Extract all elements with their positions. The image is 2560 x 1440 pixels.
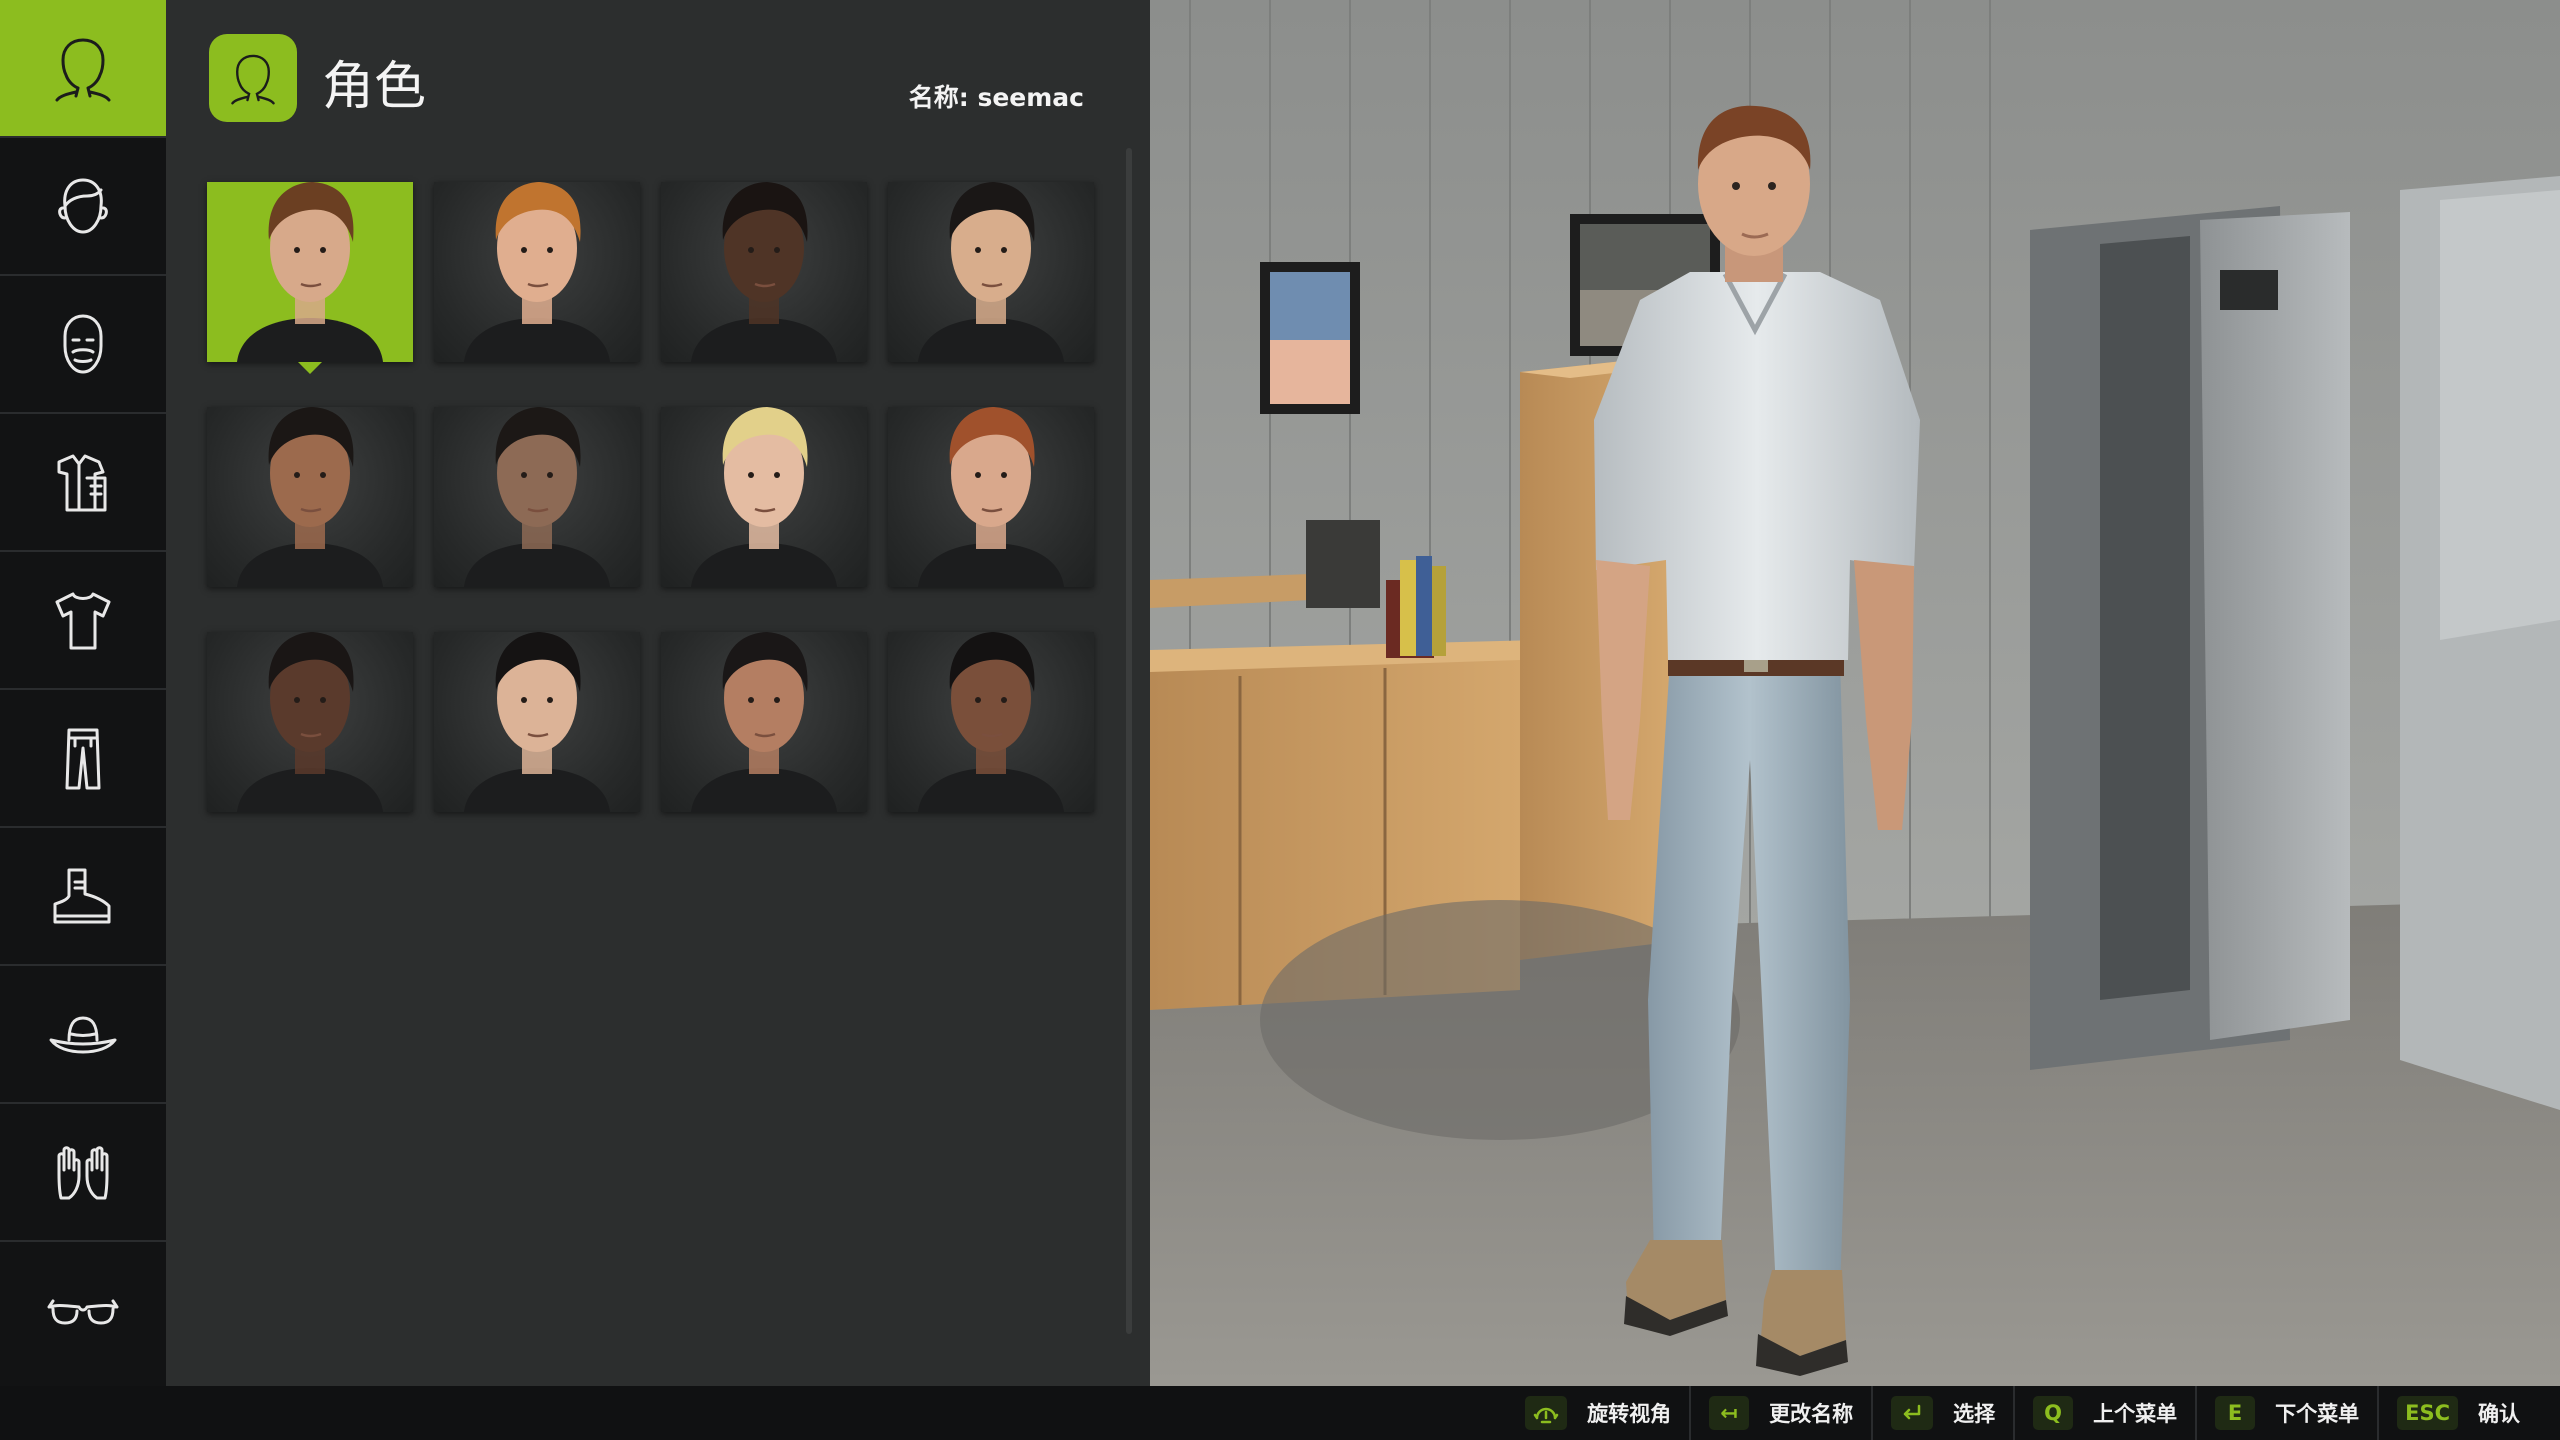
hint-label: 下个菜单 [2275, 1402, 2360, 1426]
gloves-icon [57, 1146, 109, 1200]
hint-label: 更改名称 [1769, 1402, 1854, 1426]
character-option[interactable] [434, 407, 640, 587]
key-esc: ESC [2397, 1396, 2458, 1430]
character-option[interactable] [661, 632, 867, 812]
category-gloves[interactable] [0, 1104, 166, 1242]
beard-icon [63, 314, 103, 374]
glasses-icon [47, 1299, 119, 1325]
hint-label: 上个菜单 [2093, 1402, 2178, 1426]
category-shirt[interactable] [0, 552, 166, 690]
rotate-view-icon [1525, 1396, 1568, 1430]
character-preview-viewport[interactable] [1150, 0, 2560, 1386]
character-portrait [918, 182, 1064, 362]
scrollbar[interactable] [1126, 148, 1132, 1334]
character-option[interactable] [888, 407, 1094, 587]
character-portrait [464, 407, 610, 587]
character-option[interactable] [207, 632, 413, 812]
character-portrait [464, 632, 610, 812]
shirt-icon [55, 592, 111, 650]
character-option[interactable] [207, 182, 413, 374]
controls-hint-bar: 旋转视角 ↤ 更改名称 选择 Q 上个菜单 E 下个菜单 ESC 确认 [0, 1386, 2560, 1440]
character-option[interactable] [434, 182, 640, 362]
character-portrait [918, 407, 1064, 587]
hint-label: 选择 [1953, 1402, 1996, 1426]
key-q: Q [2033, 1396, 2074, 1430]
character-portrait [918, 632, 1064, 812]
character-portrait [464, 182, 610, 362]
hint-confirm[interactable]: ESC 确认 [2377, 1386, 2538, 1440]
character-option[interactable] [661, 407, 867, 587]
category-boots[interactable] [0, 828, 166, 966]
character-option[interactable] [661, 182, 867, 362]
hint-previous-menu[interactable]: Q 上个菜单 [2013, 1386, 2195, 1440]
hint-next-menu[interactable]: E 下个菜单 [2195, 1386, 2377, 1440]
character-option[interactable] [207, 407, 413, 587]
hint-rotate-view[interactable]: 旋转视角 [1507, 1386, 1689, 1440]
hint-change-name[interactable]: ↤ 更改名称 [1689, 1386, 1871, 1440]
hat-icon [49, 1016, 117, 1054]
hint-label: 确认 [2478, 1402, 2520, 1426]
key-e: E [2215, 1396, 2256, 1430]
outfit-icon [57, 454, 107, 512]
head-icon [209, 34, 297, 122]
category-hair[interactable] [0, 138, 166, 276]
character-panel: 角色 名称: seemac [166, 0, 1150, 1386]
category-glasses[interactable] [0, 1242, 166, 1380]
hair-icon [58, 178, 108, 234]
backspace-icon: ↤ [1709, 1396, 1750, 1430]
character-portrait [691, 407, 837, 587]
category-sidebar [0, 0, 176, 1386]
category-character[interactable] [0, 0, 176, 138]
character-portrait [691, 632, 837, 812]
character-option[interactable] [434, 632, 640, 812]
character-option[interactable] [888, 182, 1094, 362]
hint-label: 旋转视角 [1587, 1402, 1672, 1426]
boot-icon [53, 868, 111, 924]
character-option[interactable] [888, 632, 1094, 812]
character-name-label[interactable]: 名称: seemac [909, 78, 1084, 114]
category-pants[interactable] [0, 690, 166, 828]
pants-icon [65, 728, 101, 790]
character-portrait [237, 632, 383, 812]
character-portrait [237, 407, 383, 587]
character-portrait [237, 182, 383, 362]
head-icon [55, 38, 111, 102]
category-outfit[interactable] [0, 414, 166, 552]
category-beard[interactable] [0, 276, 166, 414]
category-hat[interactable] [0, 966, 166, 1104]
character-portrait [691, 182, 837, 362]
hint-select[interactable]: 选择 [1871, 1386, 2013, 1440]
locker-room-scene [1150, 0, 2560, 1386]
enter-icon [1891, 1396, 1934, 1430]
page-title: 角色 [322, 57, 427, 117]
